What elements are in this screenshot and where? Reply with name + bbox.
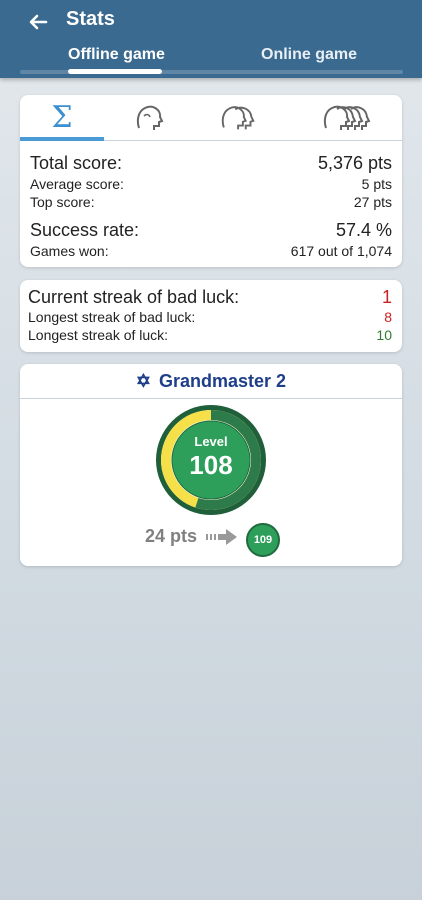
longest-luck-row: Longest streak of luck: 10 [28, 327, 392, 345]
streaks-card: Current streak of bad luck: 1 Longest st… [20, 280, 402, 352]
games-won-row: Games won: 617 out of 1,074 [30, 243, 392, 261]
games-won-label: Games won: [30, 243, 109, 259]
dashed-arrow-icon [206, 529, 237, 545]
total-score-label: Total score: [30, 153, 123, 173]
level-label: Level [194, 434, 227, 449]
success-rate-value: 57.4 % [335, 220, 392, 240]
page-title: Stats [66, 8, 115, 30]
app-header: Stats Offline game Online game [0, 0, 422, 78]
top-score-value: 27 pts [353, 194, 392, 210]
two-heads-icon [221, 106, 255, 130]
star-of-david-icon: ✡ [135, 370, 152, 391]
current-streak-label: Current streak of bad luck: [28, 287, 240, 307]
tab-all-games[interactable]: Σ [42, 99, 82, 135]
score-stats-card: Σ Total score: 5,376 pts Average score: … [20, 95, 402, 267]
sigma-icon: Σ [51, 99, 73, 135]
total-score-value: 5,376 pts [317, 153, 392, 173]
games-won-value: 617 out of 1,074 [290, 243, 392, 259]
back-arrow-icon[interactable] [26, 10, 50, 34]
average-score-value: 5 pts [361, 176, 392, 192]
tab-one-opponent[interactable] [130, 101, 170, 133]
success-rate-label: Success rate: [30, 220, 140, 240]
rank-card: ✡ Grandmaster 2 Level 108 24 pts 109 [20, 364, 402, 566]
rank-title-bar: ✡ Grandmaster 2 [20, 364, 402, 399]
longest-bad-luck-row: Longest streak of bad luck: 8 [28, 309, 392, 327]
single-head-icon [136, 105, 164, 130]
top-score-row: Top score: 27 pts [30, 194, 392, 212]
success-rate-row: Success rate: 57.4 % [30, 220, 392, 242]
average-score-row: Average score: 5 pts [30, 176, 392, 194]
longest-luck-value: 10 [376, 327, 392, 343]
longest-bad-luck-label: Longest streak of bad luck: [28, 309, 196, 325]
total-score-row: Total score: 5,376 pts [30, 153, 392, 175]
tab-two-opponents[interactable] [220, 101, 260, 133]
player-count-tabs: Σ [20, 95, 402, 141]
active-stats-tab-indicator [20, 137, 104, 141]
current-streak-row: Current streak of bad luck: 1 [28, 287, 392, 309]
average-score-label: Average score: [30, 176, 124, 192]
tab-online-game[interactable]: Online game [261, 46, 357, 64]
longest-luck-label: Longest streak of luck: [28, 327, 169, 343]
four-heads-icon [323, 105, 371, 130]
longest-bad-luck-value: 8 [384, 309, 392, 325]
level-progress-gauge: Level 108 [156, 405, 266, 515]
tab-offline-game[interactable]: Offline game [68, 46, 165, 64]
current-streak-value: 1 [381, 287, 392, 307]
level-value: 108 [189, 450, 232, 480]
top-score-label: Top score: [30, 194, 95, 210]
tab-three-opponents[interactable] [322, 101, 374, 133]
points-to-next-level: 24 pts [145, 526, 198, 546]
active-tab-indicator [68, 69, 162, 74]
next-level-badge: 109 [246, 523, 280, 557]
rank-title: Grandmaster 2 [159, 370, 287, 391]
